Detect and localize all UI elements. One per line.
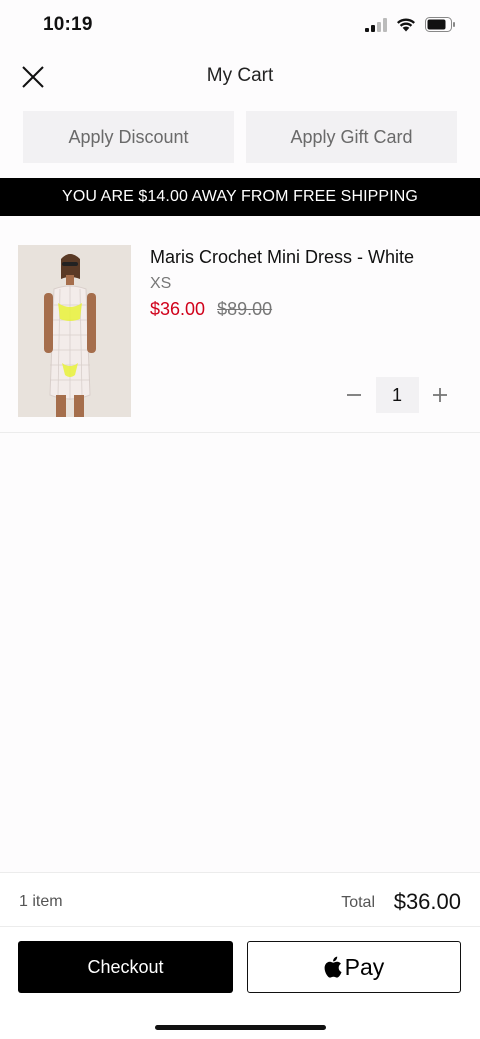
checkout-button[interactable]: Checkout bbox=[18, 941, 233, 993]
plus-icon bbox=[433, 388, 447, 402]
increase-quantity-button[interactable] bbox=[424, 379, 456, 411]
quantity-value[interactable]: 1 bbox=[375, 377, 419, 413]
apple-pay-label: Pay bbox=[344, 953, 385, 980]
product-image[interactable] bbox=[18, 245, 131, 417]
product-name[interactable]: Maris Crochet Mini Dress - White bbox=[150, 247, 414, 268]
cart-item: Maris Crochet Mini Dress - White XS $36.… bbox=[0, 228, 480, 433]
price-row: $36.00 $89.00 bbox=[150, 299, 272, 320]
wifi-icon bbox=[397, 18, 415, 32]
status-icons bbox=[365, 17, 456, 32]
battery-icon bbox=[425, 17, 455, 32]
cellular-signal-icon bbox=[365, 17, 387, 32]
item-count: 1 item bbox=[19, 893, 63, 910]
apply-gift-card-button[interactable]: Apply Gift Card bbox=[246, 111, 457, 163]
minus-icon bbox=[347, 394, 361, 396]
total-value: $36.00 bbox=[393, 889, 461, 914]
sale-price: $36.00 bbox=[150, 299, 206, 319]
apple-pay-button[interactable]: Pay bbox=[247, 941, 461, 993]
summary-row: 1 item Total $36.00 bbox=[0, 873, 480, 927]
page-title: My Cart bbox=[206, 65, 274, 86]
original-price: $89.00 bbox=[217, 299, 273, 319]
free-shipping-banner: YOU ARE $14.00 AWAY FROM FREE SHIPPING bbox=[0, 178, 480, 216]
home-indicator bbox=[155, 1025, 326, 1030]
status-time: 10:19 bbox=[43, 14, 93, 35]
apply-discount-button[interactable]: Apply Discount bbox=[23, 111, 234, 163]
product-photo bbox=[18, 245, 131, 417]
quantity-stepper: 1 bbox=[338, 377, 456, 413]
status-bar: 10:19 bbox=[0, 0, 480, 50]
action-row: Apply Discount Apply Gift Card bbox=[23, 111, 457, 163]
header: My Cart bbox=[0, 52, 480, 102]
total-label: Total bbox=[341, 894, 375, 911]
apple-icon bbox=[324, 956, 342, 978]
product-size: XS bbox=[150, 275, 172, 292]
cart-footer: 1 item Total $36.00 Checkout Pay bbox=[0, 872, 480, 1039]
decrease-quantity-button[interactable] bbox=[338, 379, 370, 411]
